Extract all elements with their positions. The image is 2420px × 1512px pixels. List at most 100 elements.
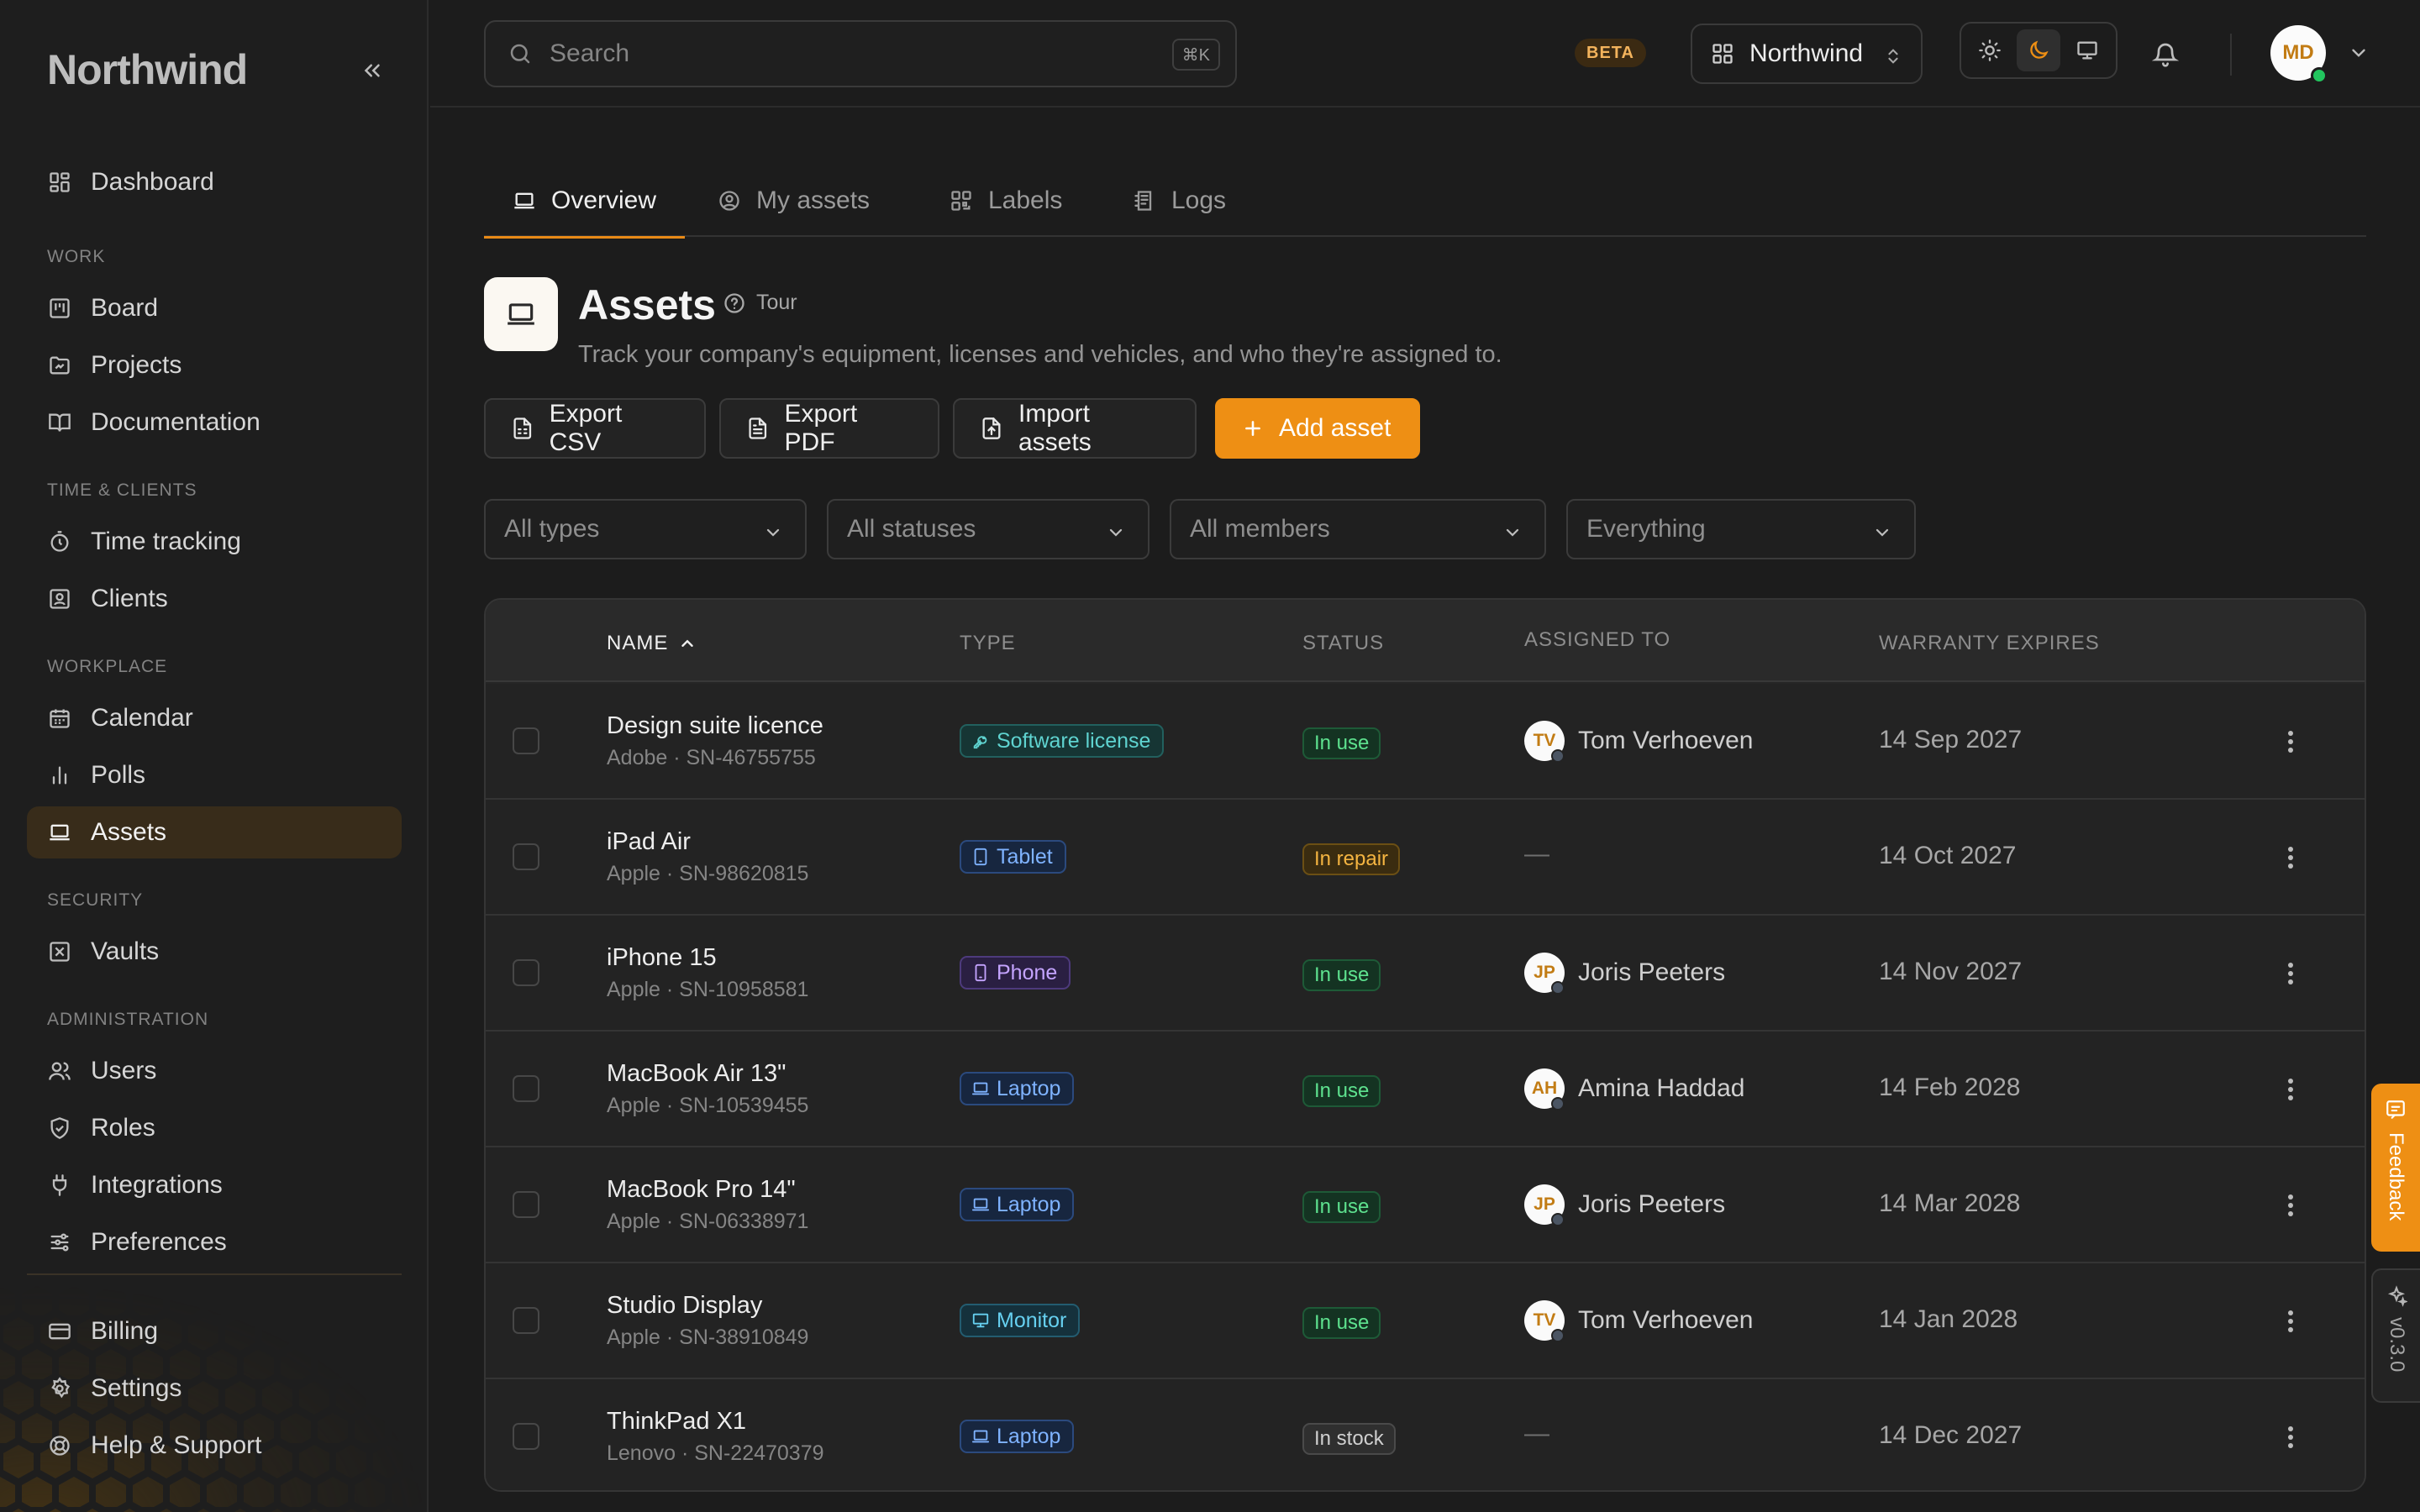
row-actions-button[interactable] <box>2274 722 2307 761</box>
assignee-name: Tom Verhoeven <box>1578 1306 1754 1334</box>
row-actions-button[interactable] <box>2274 1418 2307 1457</box>
asset-name[interactable]: iPad Air <box>607 828 691 856</box>
sidebar-item-polls[interactable]: Polls <box>27 749 402 801</box>
chevron-down-icon[interactable] <box>2348 42 2370 64</box>
tour-button[interactable]: Tour <box>723 291 797 315</box>
member-filter-select[interactable]: All members <box>1170 499 1546 559</box>
assets-table: NAME TYPE STATUS ASSIGNED TO WARRANTY EX… <box>484 598 2366 1492</box>
asset-name[interactable]: Studio Display <box>607 1292 762 1320</box>
status-badge: In use <box>1302 1075 1381 1107</box>
column-header-name[interactable]: NAME <box>607 632 697 655</box>
scope-filter-select[interactable]: Everything <box>1566 499 1916 559</box>
row-actions-button[interactable] <box>2274 1186 2307 1225</box>
add-asset-button[interactable]: Add asset <box>1215 398 1420 459</box>
row-actions-button[interactable] <box>2274 954 2307 993</box>
sidebar-item-vaults[interactable]: Vaults <box>27 926 402 978</box>
table-row[interactable]: iPhone 15 Apple · SN-10958581 Phone In u… <box>486 916 2365 1032</box>
asset-name[interactable]: Design suite licence <box>607 712 823 740</box>
asset-name[interactable]: ThinkPad X1 <box>607 1408 746 1436</box>
table-row[interactable]: Studio Display Apple · SN-38910849 Monit… <box>486 1263 2365 1379</box>
assignee-avatar: AH <box>1524 1068 1565 1110</box>
row-actions-button[interactable] <box>2274 1302 2307 1341</box>
export-csv-button[interactable]: Export CSV <box>484 398 706 459</box>
row-checkbox[interactable] <box>513 1423 539 1450</box>
chevrons-left-icon <box>364 64 380 77</box>
column-header-status[interactable]: STATUS <box>1302 632 1384 655</box>
tab-label: Logs <box>1171 186 1227 214</box>
more-vertical-icon <box>2288 963 2293 984</box>
assignee[interactable]: TV Tom Verhoeven <box>1524 721 1754 763</box>
sidebar-item-settings[interactable]: Settings <box>27 1362 402 1415</box>
asset-meta: Lenovo · SN-22470379 <box>607 1441 824 1465</box>
type-badge: Tablet <box>960 840 1066 874</box>
column-header-assigned[interactable]: ASSIGNED TO <box>1524 628 1670 652</box>
asset-name[interactable]: iPhone 15 <box>607 944 717 972</box>
assignee[interactable]: TV Tom Verhoeven <box>1524 1300 1754 1342</box>
row-checkbox[interactable] <box>513 727 539 754</box>
asset-name[interactable]: MacBook Air 13" <box>607 1060 786 1088</box>
row-checkbox[interactable] <box>513 1307 539 1334</box>
assignee-name: Tom Verhoeven <box>1578 727 1754 754</box>
table-row[interactable]: ThinkPad X1 Lenovo · SN-22470379 Laptop … <box>486 1379 2365 1490</box>
filter-value: All types <box>504 515 600 543</box>
chevron-down-icon <box>1876 528 1889 537</box>
sidebar-item-label: Vaults <box>91 937 160 965</box>
table-row[interactable]: iPad Air Apple · SN-98620815 Tablet In r… <box>486 800 2365 916</box>
theme-light-button[interactable] <box>1968 29 2012 71</box>
sidebar-item-assets[interactable]: Assets <box>27 806 402 858</box>
tab-overview[interactable]: Overview <box>484 165 686 239</box>
button-label: Import assets <box>1018 400 1092 456</box>
version-tab[interactable]: v0.3.0 <box>2371 1268 2420 1403</box>
workspace-switcher[interactable]: Northwind <box>1691 24 1923 84</box>
sidebar-item-documentation[interactable]: Documentation <box>27 396 402 449</box>
warranty-date: 14 Feb 2028 <box>1879 1074 2021 1101</box>
sidebar-item-projects[interactable]: Projects <box>27 339 402 391</box>
sidebar-item-roles[interactable]: Roles <box>27 1102 402 1154</box>
status-filter-select[interactable]: All statuses <box>827 499 1150 559</box>
notifications-button[interactable] <box>2144 34 2186 76</box>
assignee[interactable]: JP Joris Peeters <box>1524 1184 1725 1226</box>
sidebar-item-users[interactable]: Users <box>27 1045 402 1097</box>
type-filter-select[interactable]: All types <box>484 499 807 559</box>
sidebar-item-integrations[interactable]: Integrations <box>27 1159 402 1211</box>
sidebar-item-label: Help & Support <box>91 1431 262 1459</box>
export-pdf-button[interactable]: Export PDF <box>719 398 939 459</box>
assignee[interactable]: JP Joris Peeters <box>1524 953 1725 995</box>
status-badge: In use <box>1302 1307 1381 1339</box>
row-actions-button[interactable] <box>2274 1070 2307 1109</box>
row-checkbox[interactable] <box>513 1075 539 1102</box>
theme-system-button[interactable] <box>2065 29 2109 71</box>
sidebar-item-calendar[interactable]: Calendar <box>27 692 402 744</box>
row-checkbox[interactable] <box>513 1191 539 1218</box>
tab-labels[interactable]: Labels <box>921 165 1091 237</box>
sidebar-item-billing[interactable]: Billing <box>27 1305 402 1357</box>
column-header-warranty[interactable]: WARRANTY EXPIRES <box>1879 632 2100 655</box>
row-actions-button[interactable] <box>2274 838 2307 877</box>
assignee[interactable]: AH Amina Haddad <box>1524 1068 1744 1110</box>
sidebar-item-time-tracking[interactable]: Time tracking <box>27 516 402 568</box>
table-row[interactable]: MacBook Pro 14" Apple · SN-06338971 Lapt… <box>486 1147 2365 1263</box>
table-row[interactable]: MacBook Air 13" Apple · SN-10539455 Lapt… <box>486 1032 2365 1147</box>
tab-my-assets[interactable]: My assets <box>689 165 898 237</box>
tab-logs[interactable]: Logs <box>1104 165 1255 237</box>
table-row[interactable]: Design suite licence Adobe · SN-46755755… <box>486 684 2365 800</box>
logs-icon <box>1133 189 1156 213</box>
feedback-tab[interactable]: Feedback <box>2371 1084 2420 1252</box>
button-label: Add asset <box>1279 414 1392 442</box>
warranty-date: 14 Nov 2027 <box>1879 958 2023 985</box>
import-assets-button[interactable]: Import assets <box>953 398 1197 459</box>
file-upload-icon <box>982 417 1001 439</box>
search-input[interactable]: Search ⌘K <box>484 20 1237 87</box>
sidebar-item-dashboard[interactable]: Dashboard <box>27 156 402 208</box>
grid-icon <box>1712 44 1733 64</box>
collapse-sidebar-button[interactable] <box>351 52 393 89</box>
asset-meta: Adobe · SN-46755755 <box>607 746 816 769</box>
column-header-type[interactable]: TYPE <box>960 632 1016 655</box>
sidebar-item-board[interactable]: Board <box>27 282 402 334</box>
theme-dark-button[interactable] <box>2017 29 2060 71</box>
asset-name[interactable]: MacBook Pro 14" <box>607 1176 796 1204</box>
row-checkbox[interactable] <box>513 843 539 870</box>
sidebar-item-help[interactable]: Help & Support <box>27 1420 402 1472</box>
row-checkbox[interactable] <box>513 959 539 986</box>
sidebar-item-clients[interactable]: Clients <box>27 573 402 625</box>
